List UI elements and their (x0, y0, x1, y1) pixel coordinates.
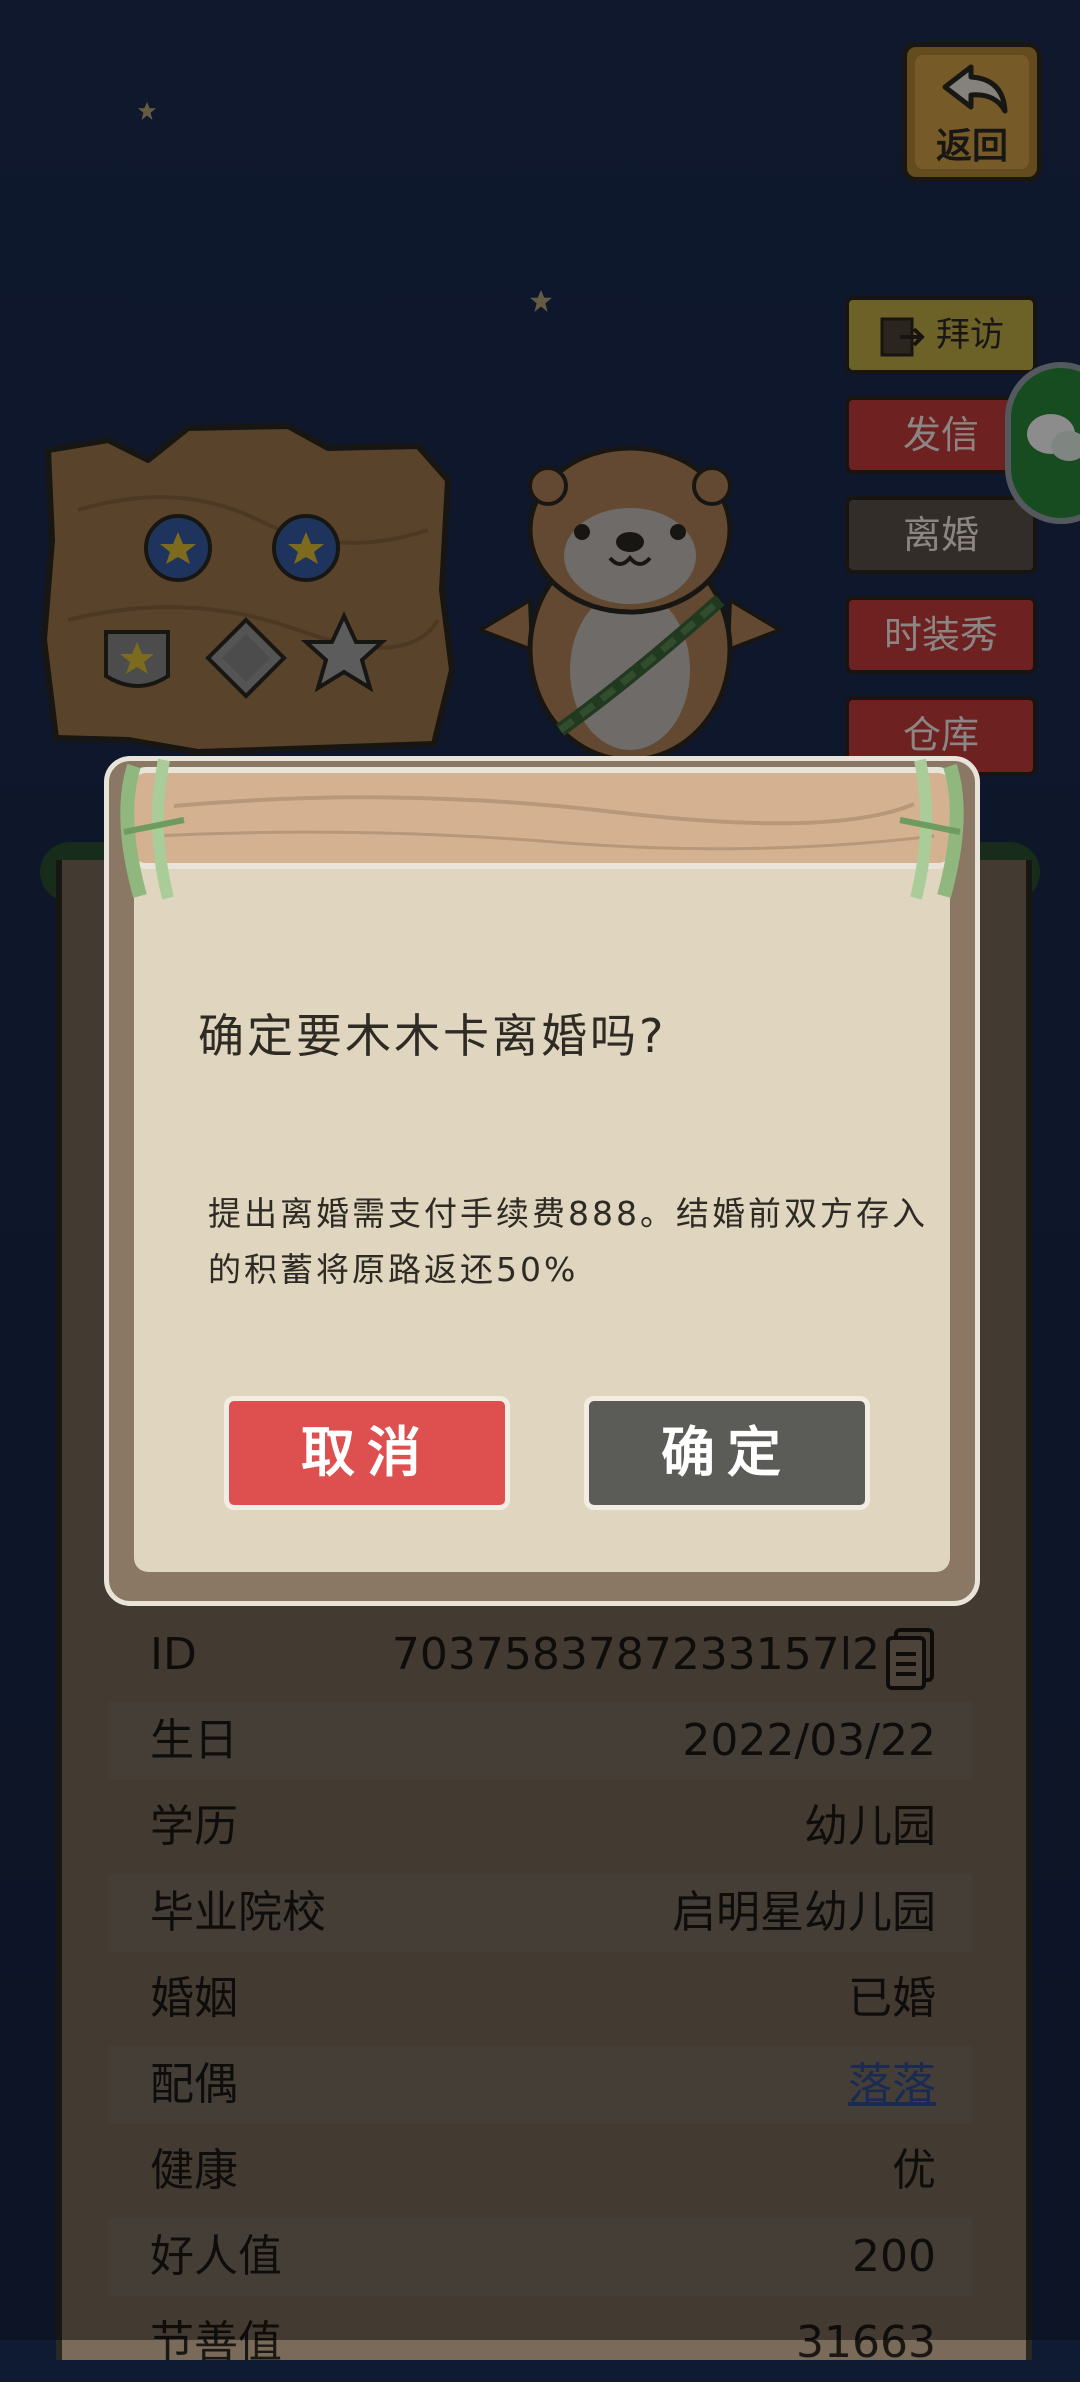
confirm-button[interactable]: 确定 (584, 1396, 870, 1510)
dialog-message: 提出离婚需支付手续费888。结婚前双方存入的积蓄将原路返还50% (208, 1194, 928, 1289)
dialog-title: 确定要木木卡离婚吗? (198, 1009, 667, 1063)
dialog-scroll-header (120, 758, 964, 900)
cancel-button[interactable]: 取消 (224, 1396, 510, 1510)
